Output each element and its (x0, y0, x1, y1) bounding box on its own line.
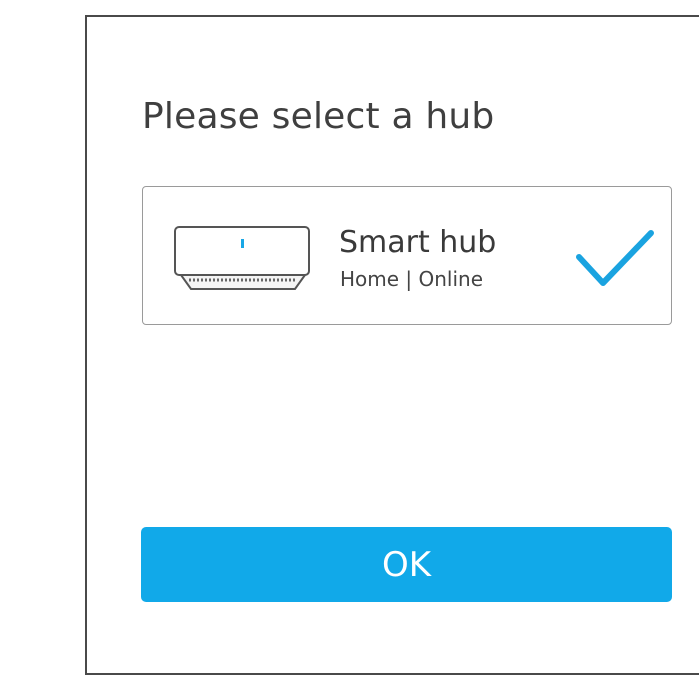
hub-status: Home | Online (340, 267, 484, 291)
hub-option-smart-hub[interactable]: Smart hub Home | Online (142, 186, 672, 325)
ok-button[interactable]: OK (141, 527, 672, 602)
checkmark-icon (576, 230, 654, 286)
dialog-title: Please select a hub (142, 96, 495, 137)
hub-name: Smart hub (339, 225, 497, 260)
hub-device-icon (174, 226, 310, 290)
